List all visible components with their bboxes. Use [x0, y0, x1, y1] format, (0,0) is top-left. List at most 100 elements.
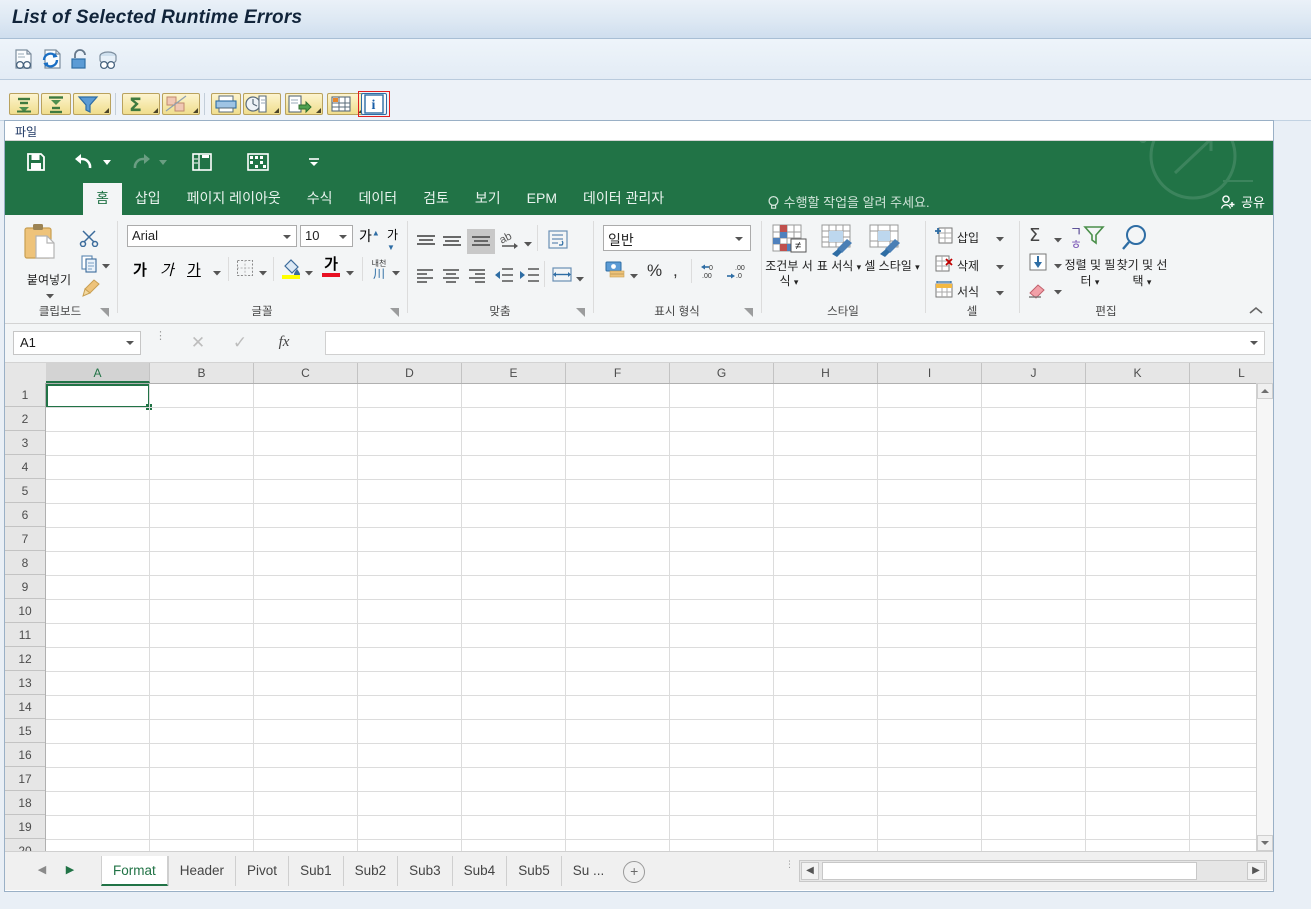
underline-dropdown-arrow-icon[interactable]: [212, 266, 222, 280]
format-dropdown-arrow-icon[interactable]: [995, 286, 1005, 300]
font-name-input[interactable]: Arial: [127, 225, 297, 247]
font-color-dropdown-arrow-icon[interactable]: [345, 266, 355, 280]
fill-color-button[interactable]: [281, 257, 301, 282]
tab-formulas[interactable]: 수식: [294, 183, 346, 215]
shrink-font-button[interactable]: 가▼: [387, 226, 405, 258]
display-overview-icon[interactable]: [96, 48, 122, 72]
column-header-k[interactable]: K: [1086, 363, 1190, 383]
wrap-text-button[interactable]: [547, 230, 569, 253]
info-icon[interactable]: i: [361, 93, 387, 115]
row-header-7[interactable]: 7: [5, 527, 45, 551]
decrease-decimal-button[interactable]: .00 .0: [726, 263, 750, 284]
row-header-12[interactable]: 12: [5, 647, 45, 671]
sort-filter-icon[interactable]: [246, 151, 272, 175]
tab-insert[interactable]: 삽입: [122, 183, 174, 215]
align-center-button[interactable]: [441, 267, 461, 286]
orientation-dropdown-arrow-icon[interactable]: [523, 237, 533, 251]
autosum-dropdown-arrow-icon[interactable]: [1053, 233, 1063, 247]
bold-button[interactable]: 가: [133, 259, 147, 280]
alignment-dialog-launcher-icon[interactable]: [576, 308, 585, 317]
scroll-right-button[interactable]: ▶: [1247, 862, 1265, 880]
export-icon[interactable]: [285, 93, 323, 115]
format-as-table-button[interactable]: [819, 223, 861, 260]
column-header-i[interactable]: I: [878, 363, 982, 383]
cell-styles-button[interactable]: [867, 223, 909, 260]
borders-dropdown-arrow-icon[interactable]: [258, 266, 268, 280]
format-painter-button[interactable]: [81, 279, 101, 300]
format-cells-button[interactable]: [935, 281, 953, 302]
column-header-g[interactable]: G: [670, 363, 774, 383]
undo-icon[interactable]: [73, 151, 99, 175]
paste-button[interactable]: [19, 223, 65, 270]
column-header-f[interactable]: F: [566, 363, 670, 383]
clipboard-dialog-launcher-icon[interactable]: [100, 308, 109, 317]
align-bottom-button[interactable]: [467, 229, 495, 254]
align-right-button[interactable]: [467, 267, 487, 286]
total-sum-icon[interactable]: Σ: [122, 93, 160, 116]
find-select-button[interactable]: [1119, 223, 1155, 256]
selected-cell[interactable]: [46, 384, 152, 410]
number-dialog-launcher-icon[interactable]: [744, 308, 753, 317]
align-top-button[interactable]: [415, 233, 437, 252]
merge-dropdown-arrow-icon[interactable]: [575, 272, 585, 286]
cell-area[interactable]: [46, 384, 1256, 851]
sheet-split-grip[interactable]: ⋮: [785, 860, 794, 880]
row-header-10[interactable]: 10: [5, 599, 45, 623]
save-icon[interactable]: [25, 151, 51, 175]
column-header-e[interactable]: E: [462, 363, 566, 383]
align-middle-button[interactable]: [441, 233, 463, 252]
filter-icon[interactable]: [73, 93, 111, 115]
copy-dropdown-arrow-icon[interactable]: [101, 259, 111, 273]
row-header-17[interactable]: 17: [5, 767, 45, 791]
tab-page-layout[interactable]: 페이지 레이아웃: [174, 183, 294, 215]
name-box[interactable]: A1: [13, 331, 141, 355]
delete-dropdown-arrow-icon[interactable]: [995, 260, 1005, 274]
cut-button[interactable]: [79, 229, 99, 250]
sheet-tab-header[interactable]: Header: [167, 856, 235, 886]
sort-filter-button[interactable]: ㄱ ㅎ: [1069, 223, 1105, 256]
align-left-button[interactable]: [415, 267, 435, 286]
row-header-2[interactable]: 2: [5, 407, 45, 431]
percent-style-button[interactable]: %: [647, 261, 662, 281]
file-menu-label[interactable]: 파일: [15, 125, 37, 139]
increase-decimal-button[interactable]: 0.00: [700, 263, 724, 284]
next-sheet-button[interactable]: ▶: [61, 862, 79, 880]
fill-color-dropdown-arrow-icon[interactable]: [304, 266, 314, 280]
quick-print-icon[interactable]: [190, 151, 216, 175]
sheet-tab-sub2[interactable]: Sub2: [342, 856, 398, 886]
comma-style-button[interactable]: ,: [673, 261, 678, 281]
sheet-tab-pivot[interactable]: Pivot: [235, 856, 288, 886]
row-header-13[interactable]: 13: [5, 671, 45, 695]
tab-data-manager[interactable]: 데이터 관리자: [570, 183, 677, 215]
tab-home[interactable]: 홈: [83, 183, 122, 215]
share-button[interactable]: 공유: [1220, 192, 1265, 211]
tab-view[interactable]: 보기: [462, 183, 514, 215]
orientation-button[interactable]: ab: [497, 230, 521, 253]
customize-qat-icon[interactable]: [307, 151, 321, 175]
redo-dropdown-arrow-icon[interactable]: [157, 151, 171, 175]
fill-button[interactable]: [1029, 253, 1047, 274]
decrease-indent-button[interactable]: [493, 267, 515, 286]
grow-font-button[interactable]: 가▲: [359, 226, 380, 246]
row-header-4[interactable]: 4: [5, 455, 45, 479]
clear-button[interactable]: [1027, 281, 1047, 302]
sheet-tab-su[interactable]: Su ...: [560, 856, 616, 886]
add-sheet-button[interactable]: +: [623, 861, 646, 883]
delete-cells-button[interactable]: [935, 255, 953, 276]
phonetic-guide-button[interactable]: 내천 川: [369, 257, 389, 280]
scroll-down-button[interactable]: [1257, 835, 1273, 851]
column-header-d[interactable]: D: [358, 363, 462, 383]
increase-indent-button[interactable]: [519, 267, 541, 286]
conditional-formatting-button[interactable]: ≠: [771, 223, 813, 260]
row-header-15[interactable]: 15: [5, 719, 45, 743]
fill-dropdown-arrow-icon[interactable]: [1053, 259, 1063, 273]
tell-me-box[interactable]: 수행할 작업을 알려 주세요.: [767, 192, 930, 211]
sort-descending-icon[interactable]: [41, 93, 71, 115]
row-header-18[interactable]: 18: [5, 791, 45, 815]
italic-button[interactable]: 가: [160, 259, 174, 280]
refresh-icon[interactable]: [40, 48, 66, 72]
formula-input[interactable]: [325, 331, 1265, 355]
previous-sheet-button[interactable]: ◀: [33, 862, 51, 880]
column-header-h[interactable]: H: [774, 363, 878, 383]
insert-cells-button[interactable]: [935, 227, 953, 248]
